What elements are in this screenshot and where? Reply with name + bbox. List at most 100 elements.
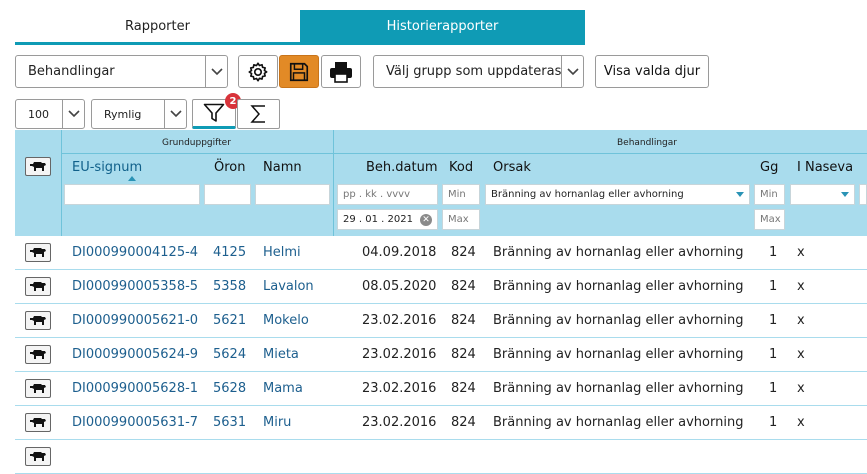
gg-cell: 1 bbox=[769, 415, 778, 430]
tab-historierapporter[interactable]: Historierapporter bbox=[300, 10, 585, 43]
column-divider bbox=[333, 130, 334, 236]
kod-min-placeholder: Min bbox=[448, 189, 466, 200]
group-select[interactable]: Välj grupp som uppdateras bbox=[373, 55, 584, 88]
date-from-placeholder: pp . kk . vvvv bbox=[343, 189, 411, 200]
namn-link[interactable]: Helmi bbox=[263, 236, 301, 270]
oron-link[interactable]: 5358 bbox=[213, 270, 246, 304]
animal-select-button[interactable] bbox=[25, 243, 51, 262]
show-selected-animals-button[interactable]: Visa valda djur bbox=[595, 55, 709, 88]
oron-filter-input[interactable] bbox=[204, 184, 251, 205]
naseva-filter-select[interactable] bbox=[790, 184, 855, 205]
date-to-value: 29 . 01 . 2021 bbox=[343, 214, 413, 225]
namn-filter-input[interactable] bbox=[255, 184, 330, 205]
column-eu-signum[interactable]: EU-signum bbox=[72, 160, 142, 175]
chevron-down-icon bbox=[164, 100, 186, 128]
clear-icon[interactable]: ✕ bbox=[420, 214, 432, 226]
namn-link[interactable]: Miru bbox=[263, 406, 291, 440]
gear-icon bbox=[248, 61, 268, 82]
namn-link[interactable]: Mokelo bbox=[263, 304, 309, 338]
sum-button[interactable] bbox=[237, 99, 280, 129]
animal-select-button[interactable] bbox=[25, 311, 51, 330]
save-button[interactable] bbox=[279, 55, 319, 88]
namn-link[interactable]: Lavalon bbox=[263, 270, 314, 304]
filter-icon bbox=[203, 103, 225, 122]
gg-max-input[interactable]: Max bbox=[754, 209, 785, 230]
oron-link[interactable]: 4125 bbox=[213, 236, 246, 270]
kod-max-input[interactable]: Max bbox=[442, 209, 480, 230]
column-kod[interactable]: Kod bbox=[449, 160, 473, 175]
kod-min-input[interactable]: Min bbox=[442, 184, 480, 205]
namn-link[interactable]: Mama bbox=[263, 372, 303, 406]
i-naseva-cell: x bbox=[797, 415, 805, 430]
page-size-select[interactable]: 100 bbox=[15, 99, 85, 129]
eu-signum-link[interactable]: DI000990005624-9 bbox=[72, 338, 198, 372]
chevron-down-icon bbox=[205, 56, 227, 87]
table-row: DI000990004125-4 4125 Helmi 04.09.2018 8… bbox=[15, 236, 867, 270]
next-column-filter-input[interactable] bbox=[859, 184, 867, 205]
animal-select-button[interactable] bbox=[25, 345, 51, 364]
table-row: DI000990005621-0 5621 Mokelo 23.02.2016 … bbox=[15, 304, 867, 338]
table-row bbox=[15, 440, 867, 474]
namn-link[interactable]: Mieta bbox=[263, 338, 299, 372]
cow-icon bbox=[30, 247, 46, 257]
settings-button[interactable] bbox=[238, 55, 278, 88]
cow-icon bbox=[30, 451, 46, 461]
oron-link[interactable]: 5628 bbox=[213, 372, 246, 406]
gg-min-input[interactable]: Min bbox=[754, 184, 785, 205]
oron-link[interactable]: 5621 bbox=[213, 304, 246, 338]
chevron-down-icon bbox=[561, 56, 583, 87]
beh-datum-cell: 23.02.2016 bbox=[362, 313, 437, 328]
cow-icon bbox=[30, 417, 46, 427]
column-divider bbox=[61, 130, 62, 236]
density-select[interactable]: Rymlig bbox=[91, 99, 187, 129]
eu-signum-link[interactable]: DI000990005631-7 bbox=[72, 406, 198, 440]
orsak-filter-value: Bränning av hornanlag eller avhorning bbox=[491, 189, 684, 200]
oron-link[interactable]: 5624 bbox=[213, 338, 246, 372]
beh-datum-cell: 04.09.2018 bbox=[362, 245, 437, 260]
print-button[interactable] bbox=[321, 55, 361, 88]
table-row: DI000990005628-1 5628 Mama 23.02.2016 82… bbox=[15, 372, 867, 406]
eu-signum-link[interactable]: DI000990005358-5 bbox=[72, 270, 198, 304]
kod-max-placeholder: Max bbox=[448, 214, 469, 225]
tab-rapporter[interactable]: Rapporter bbox=[15, 10, 300, 43]
eu-signum-link[interactable]: DI000990005621-0 bbox=[72, 304, 198, 338]
table-row: DI000990005358-5 5358 Lavalon 08.05.2020… bbox=[15, 270, 867, 304]
column-oron[interactable]: Öron bbox=[214, 160, 245, 175]
column-gg[interactable]: Gg bbox=[760, 160, 778, 175]
report-select[interactable]: Behandlingar bbox=[15, 55, 228, 88]
oron-link[interactable]: 5631 bbox=[213, 406, 246, 440]
i-naseva-cell: x bbox=[797, 279, 805, 294]
group-divider bbox=[61, 153, 867, 154]
column-namn[interactable]: Namn bbox=[263, 160, 302, 175]
column-beh-datum[interactable]: Beh.datum bbox=[366, 160, 438, 175]
i-naseva-cell: x bbox=[797, 381, 805, 396]
eu-signum-link[interactable]: DI000990005628-1 bbox=[72, 372, 198, 406]
column-orsak[interactable]: Orsak bbox=[493, 160, 531, 175]
gg-cell: 1 bbox=[769, 279, 778, 294]
cow-icon bbox=[30, 281, 46, 291]
orsak-filter-select[interactable]: Bränning av hornanlag eller avhorning bbox=[485, 184, 750, 205]
eu-signum-link[interactable]: DI000990004125-4 bbox=[72, 236, 198, 270]
cow-icon bbox=[30, 315, 46, 325]
sort-ascending-icon bbox=[128, 176, 136, 181]
animal-select-button[interactable] bbox=[25, 447, 51, 466]
animal-select-button[interactable] bbox=[25, 413, 51, 432]
eu-signum-filter-input[interactable] bbox=[64, 184, 200, 205]
cow-icon bbox=[30, 349, 46, 359]
date-from-filter-input[interactable]: pp . kk . vvvv bbox=[337, 184, 438, 205]
cow-icon bbox=[30, 383, 46, 393]
animal-select-button[interactable] bbox=[25, 277, 51, 296]
column-i-naseva[interactable]: I Naseva bbox=[797, 160, 853, 175]
gg-min-placeholder: Min bbox=[760, 189, 778, 200]
cow-icon bbox=[30, 161, 46, 171]
select-all-animals-button[interactable] bbox=[25, 157, 51, 176]
orsak-cell: Bränning av hornanlag eller avhorning bbox=[493, 381, 744, 396]
orsak-cell: Bränning av hornanlag eller avhorning bbox=[493, 415, 744, 430]
group-select-value: Välj grupp som uppdateras bbox=[386, 64, 561, 79]
gg-cell: 1 bbox=[769, 381, 778, 396]
gg-cell: 1 bbox=[769, 347, 778, 362]
animal-select-button[interactable] bbox=[25, 379, 51, 398]
group-label-grunduppgifter: Grunduppgifter bbox=[162, 138, 231, 148]
date-to-filter-input[interactable]: 29 . 01 . 2021 ✕ bbox=[337, 209, 438, 230]
density-value: Rymlig bbox=[104, 107, 142, 121]
